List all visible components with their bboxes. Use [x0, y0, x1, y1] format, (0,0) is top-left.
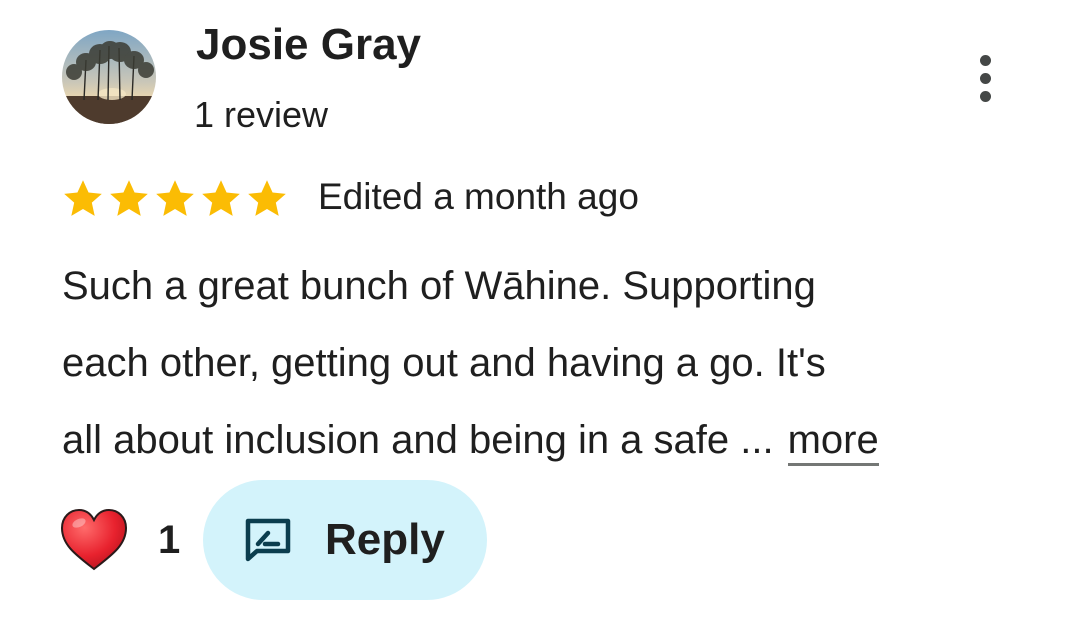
- heart-icon: [60, 509, 128, 571]
- more-link[interactable]: more: [787, 418, 879, 466]
- edited-timestamp: Edited a month ago: [318, 176, 639, 217]
- review-text-line: Such a great bunch of Wāhine. Supporting: [62, 264, 816, 308]
- more-options-button[interactable]: [962, 50, 1008, 106]
- star-icon: [110, 180, 148, 216]
- like-count: 1: [158, 517, 181, 562]
- review-text: Such a great bunch of Wāhine. Supporting…: [62, 248, 1032, 479]
- like-button[interactable]: 1: [60, 508, 180, 572]
- star-icon: [202, 180, 240, 216]
- reviewer-avatar[interactable]: [62, 30, 156, 124]
- star-icon: [156, 180, 194, 216]
- reply-message-icon: [245, 518, 291, 562]
- more-vert-icon-dot: [979, 90, 991, 102]
- star-rating: [60, 176, 290, 222]
- more-vert-icon-dot: [979, 72, 991, 84]
- review-count: 1 review: [194, 94, 329, 135]
- reply-button[interactable]: Reply: [203, 480, 487, 600]
- profile-photo-trees-sunset: [62, 30, 156, 124]
- reviewer-name[interactable]: Josie Gray: [196, 20, 421, 70]
- review-text-line: each other, getting out and having a go.…: [62, 341, 826, 385]
- review-text-line: all about inclusion and being in a safe …: [62, 402, 1032, 479]
- star-icon: [248, 180, 286, 216]
- review-text-line-content: all about inclusion and being in a safe …: [62, 418, 774, 462]
- star-icon: [64, 180, 102, 216]
- more-vert-icon-dot: [979, 54, 991, 66]
- reply-label: Reply: [325, 515, 445, 564]
